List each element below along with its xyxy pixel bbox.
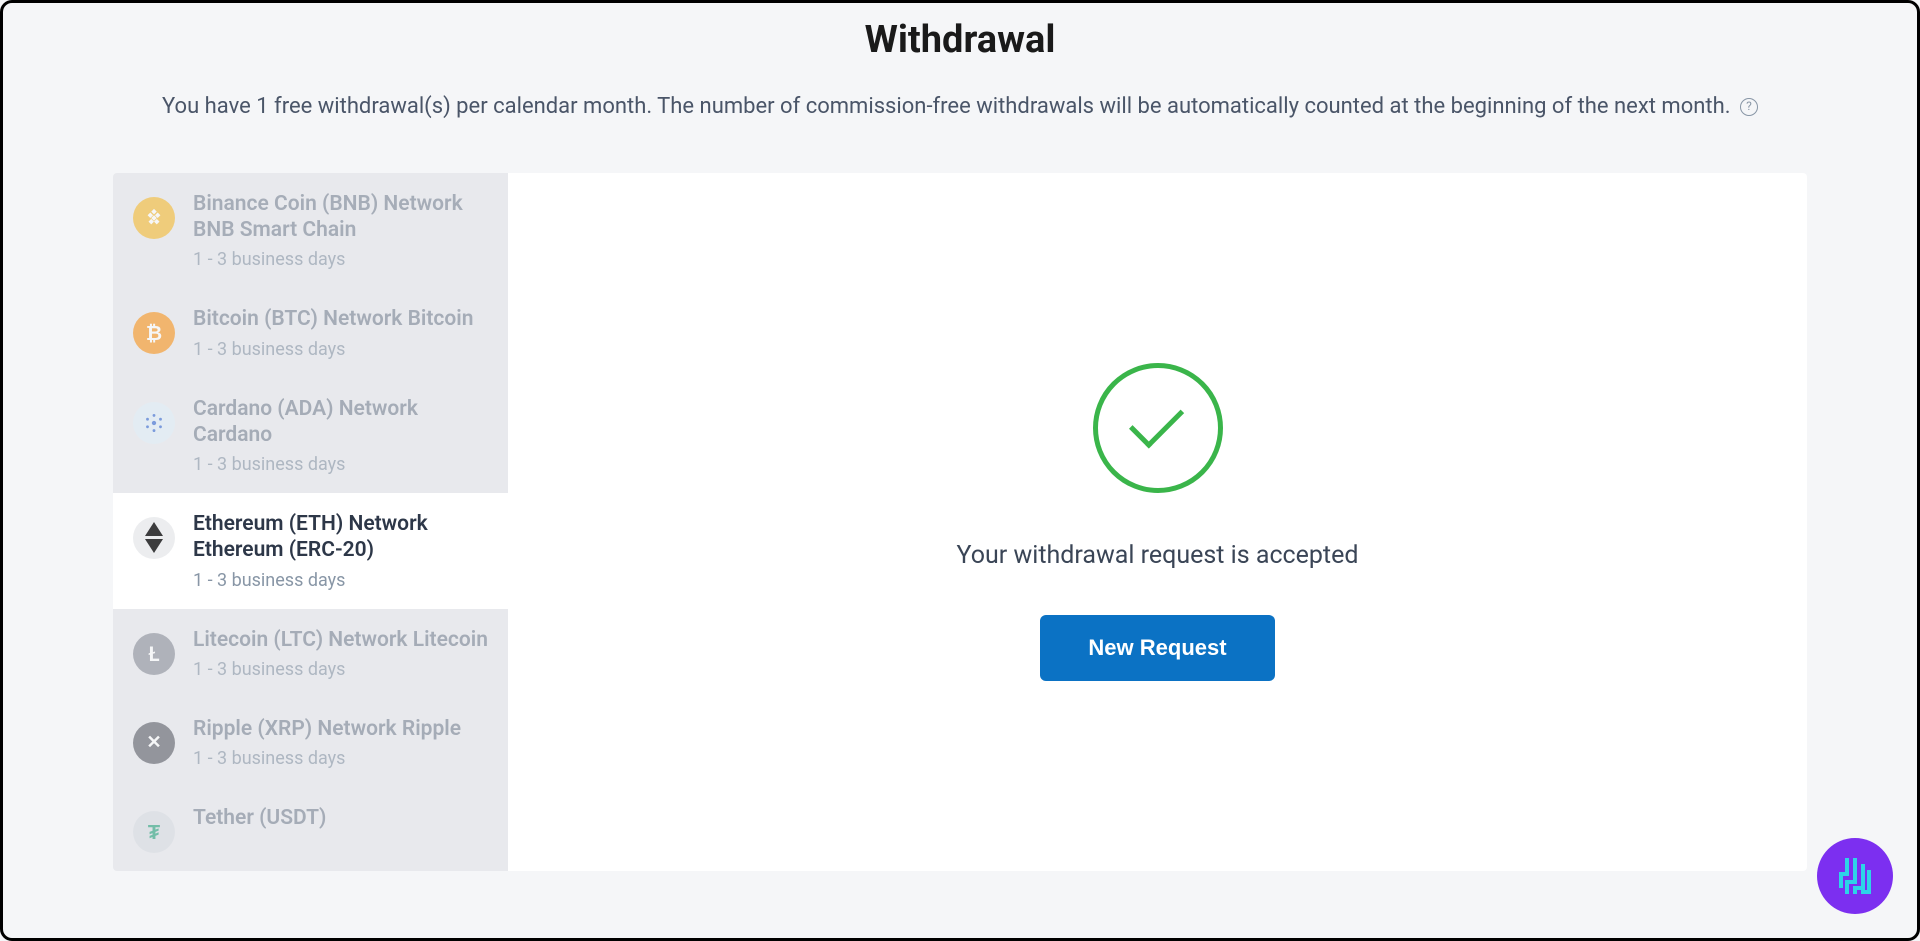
help-icon[interactable]: ? xyxy=(1740,98,1758,116)
sidebar-item-eth[interactable]: Ethereum (ETH) Network Ethereum (ERC-20)… xyxy=(113,493,508,609)
coin-duration: 1 - 3 business days xyxy=(193,570,488,591)
coin-name: Ethereum (ETH) Network Ethereum (ERC-20) xyxy=(193,511,488,564)
btc-icon: ₿ xyxy=(133,312,175,354)
coin-name: Cardano (ADA) Network Cardano xyxy=(193,396,488,449)
bnb-icon xyxy=(133,197,175,239)
sidebar-item-ada[interactable]: Cardano (ADA) Network Cardano 1 - 3 busi… xyxy=(113,378,508,494)
coin-info: Tether (USDT) xyxy=(193,805,488,837)
page-title: Withdrawal xyxy=(3,3,1917,92)
sidebar-item-bnb[interactable]: Binance Coin (BNB) Network BNB Smart Cha… xyxy=(113,173,508,289)
ltc-icon: Ł xyxy=(133,633,175,675)
coin-info: Ripple (XRP) Network Ripple 1 - 3 busine… xyxy=(193,716,488,769)
coin-sidebar: Binance Coin (BNB) Network BNB Smart Cha… xyxy=(113,173,508,871)
coin-info: Bitcoin (BTC) Network Bitcoin 1 - 3 busi… xyxy=(193,306,488,359)
coin-name: Ripple (XRP) Network Ripple xyxy=(193,716,488,742)
usdt-icon: ₮ xyxy=(133,811,175,853)
new-request-button[interactable]: New Request xyxy=(1040,615,1274,681)
coin-info: Ethereum (ETH) Network Ethereum (ERC-20)… xyxy=(193,511,488,591)
sidebar-item-btc[interactable]: ₿ Bitcoin (BTC) Network Bitcoin 1 - 3 bu… xyxy=(113,288,508,377)
coin-info: Binance Coin (BNB) Network BNB Smart Cha… xyxy=(193,191,488,271)
coin-duration: 1 - 3 business days xyxy=(193,249,488,270)
subtitle-text: You have 1 free withdrawal(s) per calend… xyxy=(3,92,1917,123)
content-area: Binance Coin (BNB) Network BNB Smart Cha… xyxy=(3,173,1917,871)
coin-name: Bitcoin (BTC) Network Bitcoin xyxy=(193,306,488,332)
eth-icon xyxy=(133,517,175,559)
coin-name: Tether (USDT) xyxy=(193,805,488,831)
coin-info: Cardano (ADA) Network Cardano 1 - 3 busi… xyxy=(193,396,488,476)
coin-duration: 1 - 3 business days xyxy=(193,748,488,769)
xrp-icon: ✕ xyxy=(133,722,175,764)
ada-icon xyxy=(133,402,175,444)
sidebar-item-usdt[interactable]: ₮ Tether (USDT) xyxy=(113,787,508,871)
coin-info: Litecoin (LTC) Network Litecoin 1 - 3 bu… xyxy=(193,627,488,680)
subtitle-content: You have 1 free withdrawal(s) per calend… xyxy=(162,94,1731,119)
coin-name: Litecoin (LTC) Network Litecoin xyxy=(193,627,488,653)
brand-badge-icon[interactable] xyxy=(1817,838,1893,914)
coin-duration: 1 - 3 business days xyxy=(193,454,488,475)
success-check-icon xyxy=(1093,363,1223,493)
main-panel: Your withdrawal request is accepted New … xyxy=(508,173,1807,871)
coin-duration: 1 - 3 business days xyxy=(193,339,488,360)
sidebar-item-ltc[interactable]: Ł Litecoin (LTC) Network Litecoin 1 - 3 … xyxy=(113,609,508,698)
coin-name: Binance Coin (BNB) Network BNB Smart Cha… xyxy=(193,191,488,244)
success-message: Your withdrawal request is accepted xyxy=(957,541,1359,570)
sidebar-item-xrp[interactable]: ✕ Ripple (XRP) Network Ripple 1 - 3 busi… xyxy=(113,698,508,787)
coin-duration: 1 - 3 business days xyxy=(193,659,488,680)
